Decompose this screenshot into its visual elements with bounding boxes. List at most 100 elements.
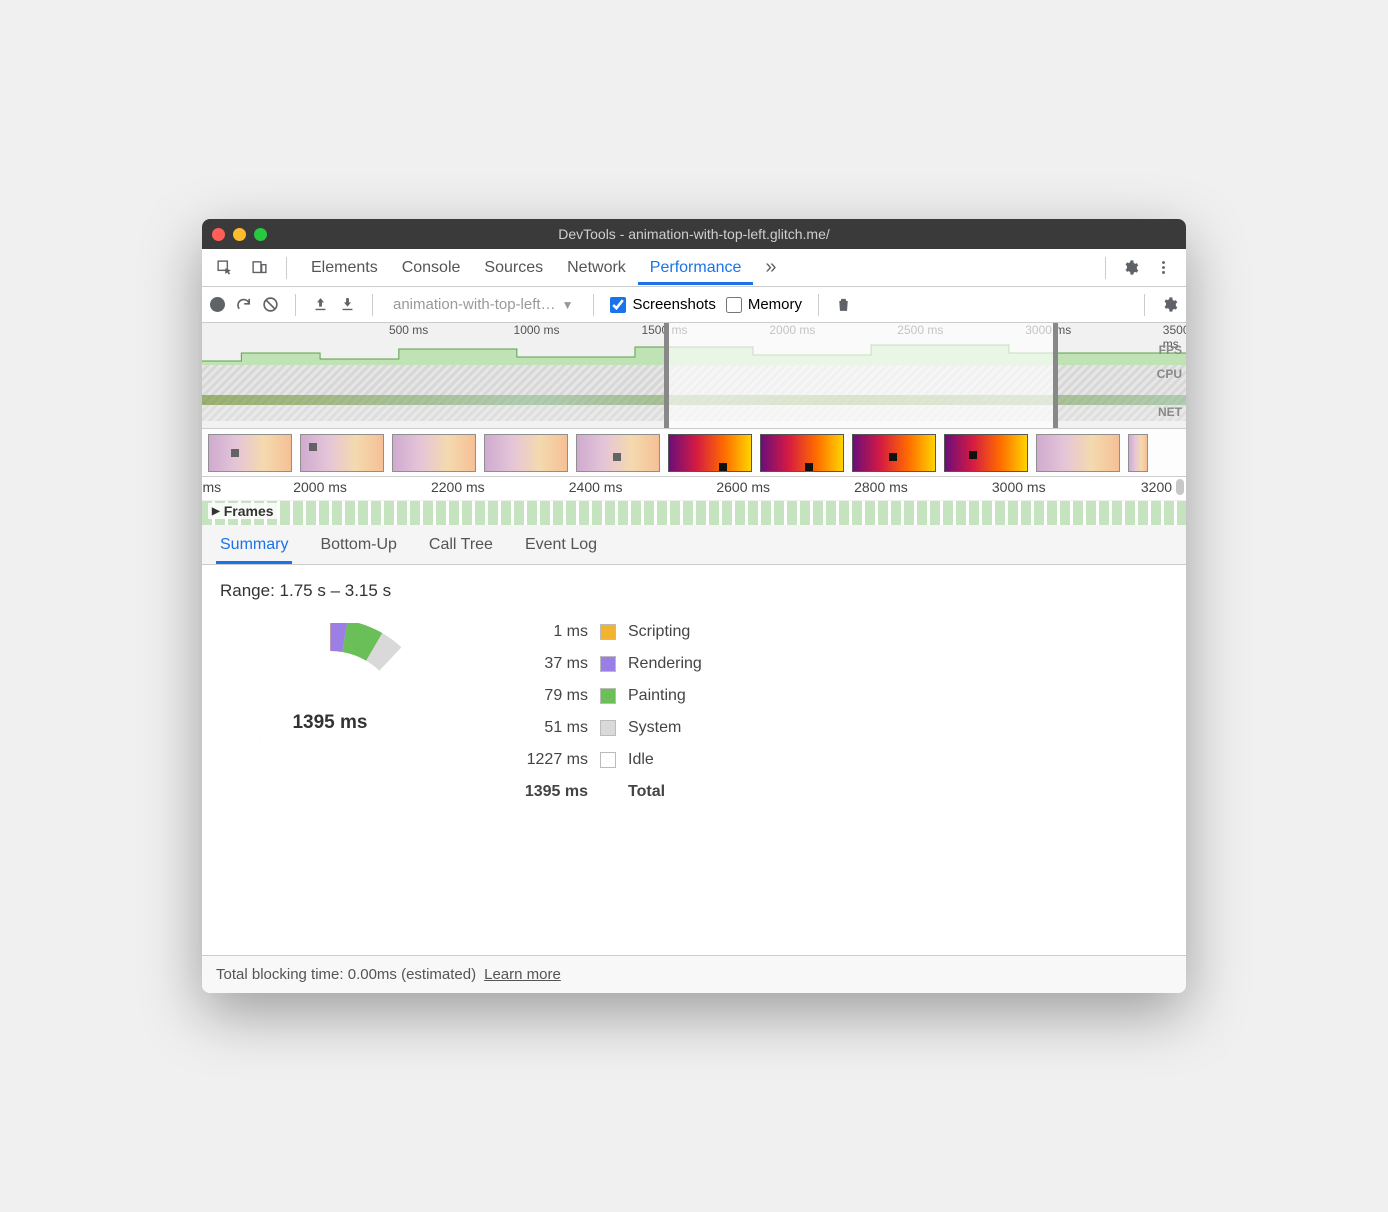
- frames-label: Frames: [224, 503, 274, 519]
- screenshots-label: Screenshots: [632, 296, 715, 313]
- memory-checkbox[interactable]: Memory: [726, 296, 802, 313]
- screenshot-thumb[interactable]: [576, 434, 660, 472]
- timeline-overview[interactable]: 500 ms1000 ms1500 ms2000 ms2500 ms3000 m…: [202, 323, 1186, 429]
- flamechart-ruler: ms 2000 ms 2200 ms 2400 ms 2600 ms 2800 ms 300…: [202, 477, 1186, 501]
- inspect-element-icon[interactable]: [210, 255, 239, 280]
- legend-value: 37 ms: [510, 655, 588, 673]
- divider: [295, 294, 296, 316]
- screenshot-thumb[interactable]: [760, 434, 844, 472]
- device-toggle-icon[interactable]: [245, 255, 274, 280]
- legend-name: Scripting: [628, 623, 690, 641]
- devtools-window: DevTools - animation-with-top-left.glitc…: [202, 219, 1186, 993]
- legend-swatch: [600, 720, 616, 736]
- details-tab-call-tree[interactable]: Call Tree: [425, 528, 497, 564]
- overview-tick: 500 ms: [389, 323, 428, 337]
- screenshot-filmstrip[interactable]: [202, 429, 1186, 477]
- memory-label: Memory: [748, 296, 802, 313]
- load-profile-icon[interactable]: [312, 296, 329, 313]
- divider: [593, 294, 594, 316]
- details-tab-event-log[interactable]: Event Log: [521, 528, 601, 564]
- screenshot-thumb[interactable]: [300, 434, 384, 472]
- details-tab-summary[interactable]: Summary: [216, 528, 292, 564]
- record-icon[interactable]: [210, 297, 225, 312]
- kebab-menu-icon[interactable]: [1149, 255, 1178, 280]
- legend-item-painting: 79 msPainting: [510, 687, 702, 705]
- capture-settings-gear-icon[interactable]: [1161, 296, 1178, 313]
- screenshot-thumb[interactable]: [392, 434, 476, 472]
- more-tabs-icon[interactable]: »: [759, 252, 782, 283]
- flame-tick: 3200: [1141, 479, 1172, 495]
- close-window-button[interactable]: [212, 228, 225, 241]
- details-tab-bottom-up[interactable]: Bottom-Up: [316, 528, 400, 564]
- screenshot-thumb[interactable]: [484, 434, 568, 472]
- flame-tick: 2600 ms: [716, 479, 770, 495]
- tab-performance[interactable]: Performance: [638, 251, 754, 285]
- legend-item-rendering: 37 ms Rendering: [510, 655, 702, 673]
- details-tabs: Summary Bottom-Up Call Tree Event Log: [202, 525, 1186, 565]
- legend-swatch: [600, 624, 616, 640]
- divider: [286, 257, 287, 279]
- minimize-window-button[interactable]: [233, 228, 246, 241]
- flame-tick: 2200 ms: [431, 479, 485, 495]
- reload-and-record-icon[interactable]: [235, 296, 252, 313]
- tab-console[interactable]: Console: [390, 251, 473, 285]
- tab-sources[interactable]: Sources: [472, 251, 555, 285]
- flame-tick: 2000 ms: [293, 479, 347, 495]
- net-label: NET: [1158, 405, 1182, 419]
- titlebar: DevTools - animation-with-top-left.glitc…: [202, 219, 1186, 249]
- legend-swatch: [600, 688, 616, 704]
- divider: [818, 294, 819, 316]
- legend-name: System: [628, 719, 681, 737]
- summary-donut-chart: 1395 ms: [230, 623, 430, 823]
- overview-tick: 1000 ms: [514, 323, 560, 337]
- zoom-window-button[interactable]: [254, 228, 267, 241]
- legend-swatch: [600, 752, 616, 768]
- recording-selector-label: animation-with-top-left…: [393, 296, 556, 313]
- screenshot-thumb[interactable]: [852, 434, 936, 472]
- learn-more-link[interactable]: Learn more: [484, 966, 561, 983]
- legend-value: 1 ms: [510, 623, 588, 641]
- legend-swatch: [600, 656, 616, 672]
- flame-tick: 3000 ms: [992, 479, 1046, 495]
- flame-tick: 2400 ms: [569, 479, 623, 495]
- legend-total-label: Total: [628, 783, 665, 801]
- legend-name: Painting: [628, 687, 686, 705]
- screenshots-checkbox[interactable]: Screenshots: [610, 296, 715, 313]
- fps-label: FPS: [1159, 343, 1182, 357]
- overview-selection[interactable]: [664, 323, 1058, 428]
- recording-selector[interactable]: animation-with-top-left… ▼: [389, 296, 577, 313]
- settings-gear-icon[interactable]: [1116, 255, 1145, 280]
- legend-value: 1227 ms: [510, 751, 588, 769]
- legend-item-system: 51 msSystem: [510, 719, 702, 737]
- tab-network[interactable]: Network: [555, 251, 638, 285]
- clear-icon[interactable]: [262, 296, 279, 313]
- frames-track[interactable]: Frames: [202, 501, 1186, 525]
- summary-legend: 1 ms Scripting 37 ms Rendering 79 msPainting…: [510, 623, 702, 801]
- legend-name: Rendering: [628, 655, 702, 673]
- screenshot-thumb[interactable]: [208, 434, 292, 472]
- legend-item-idle: 1227 msIdle: [510, 751, 702, 769]
- save-profile-icon[interactable]: [339, 296, 356, 313]
- screenshot-thumb[interactable]: [668, 434, 752, 472]
- screenshot-thumb[interactable]: [1128, 434, 1148, 472]
- frames-track-header[interactable]: Frames: [208, 503, 278, 519]
- performance-toolbar: animation-with-top-left… ▼ Screenshots M…: [202, 287, 1186, 323]
- summary-total-center: 1395 ms: [230, 623, 430, 823]
- garbage-collect-icon[interactable]: [835, 296, 852, 313]
- divider: [1144, 294, 1145, 316]
- flame-tick: 2800 ms: [854, 479, 908, 495]
- window-controls: [212, 228, 267, 241]
- flame-tick: ms: [202, 479, 221, 495]
- scrollbar-thumb[interactable]: [1176, 479, 1184, 495]
- tab-elements[interactable]: Elements: [299, 251, 390, 285]
- summary-panel: Range: 1.75 s – 3.15 s 1395 ms 1 ms Scrip…: [202, 565, 1186, 955]
- main-tabs-bar: ElementsConsoleSourcesNetworkPerformance…: [202, 249, 1186, 287]
- cpu-label: CPU: [1157, 367, 1182, 381]
- legend-item-total: 1395 msTotal: [510, 783, 702, 801]
- screenshot-thumb[interactable]: [944, 434, 1028, 472]
- summary-range: Range: 1.75 s – 3.15 s: [220, 581, 1168, 601]
- screenshot-thumb[interactable]: [1036, 434, 1120, 472]
- window-title: DevTools - animation-with-top-left.glitc…: [202, 226, 1186, 242]
- chevron-down-icon: ▼: [562, 298, 574, 312]
- legend-item-scripting: 1 ms Scripting: [510, 623, 702, 641]
